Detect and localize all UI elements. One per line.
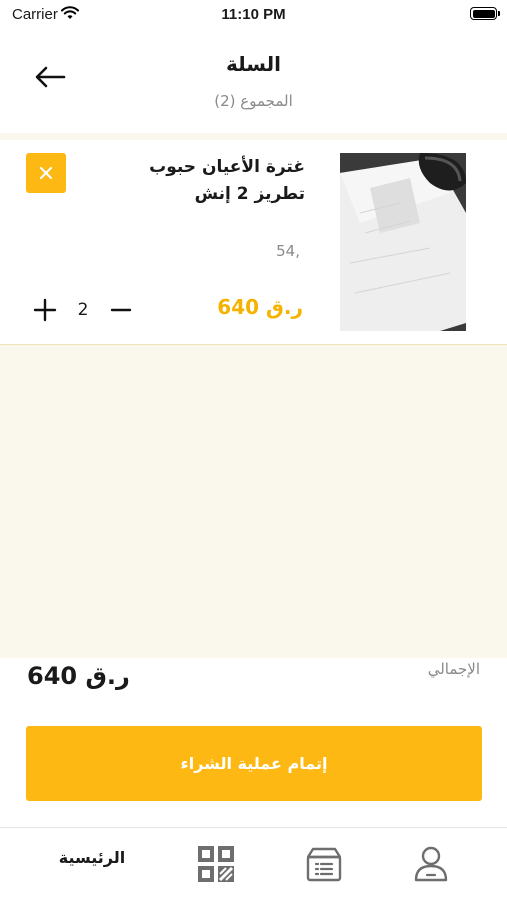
total-value: 640 ر.ق [27, 662, 130, 690]
status-bar: Carrier 11:10 PM [0, 0, 507, 30]
nav-orders-button[interactable] [304, 844, 344, 884]
nav-profile-button[interactable] [411, 844, 451, 884]
nav-home[interactable]: الرئيسية [50, 848, 134, 867]
quantity-increase-button[interactable] [30, 295, 60, 325]
checkout-button[interactable]: إتمام عملية الشراء [26, 726, 482, 801]
cart-item: غترة الأعيان حبوب تطريز 2 إنش 54, 640 ر.… [0, 140, 507, 345]
product-image[interactable] [340, 153, 466, 331]
plus-icon [33, 298, 57, 322]
product-price: 640 ر.ق [217, 295, 303, 319]
nav-qr-button[interactable] [196, 844, 236, 884]
cart-count: المجموع (2) [214, 92, 293, 110]
battery-icon [470, 7, 500, 20]
total-label: الإجمالي [427, 660, 480, 678]
page-title: السلة [225, 52, 281, 76]
quantity-decrease-button[interactable] [106, 295, 136, 325]
profile-icon [414, 846, 448, 882]
product-photo [340, 153, 466, 331]
orders-box-icon [306, 847, 342, 882]
qr-code-icon [198, 846, 234, 882]
product-spec: 54, [276, 242, 300, 260]
status-time: 11:10 PM [221, 6, 286, 23]
remove-item-button[interactable] [26, 153, 66, 193]
quantity-value: 2 [77, 300, 89, 320]
minus-icon [110, 308, 132, 312]
page-header: السلة المجموع (2) [0, 30, 507, 133]
close-icon [39, 166, 53, 180]
product-name: غترة الأعيان حبوب تطريز 2 إنش [149, 157, 305, 204]
bottom-navigation: الرئيسية [0, 827, 507, 900]
